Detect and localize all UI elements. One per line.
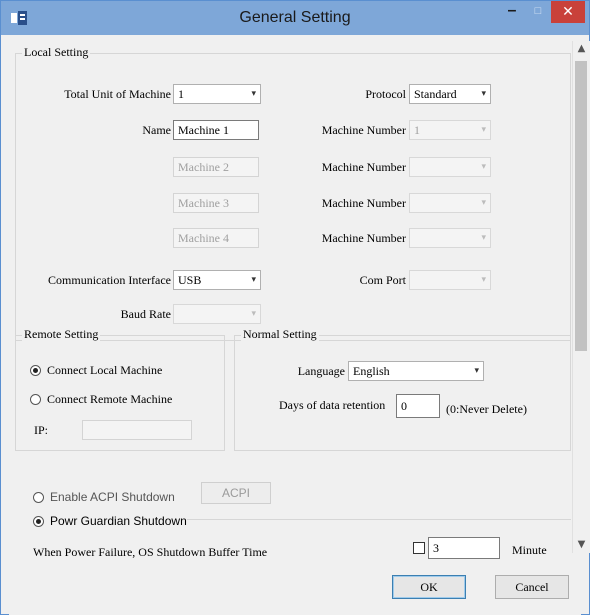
radio-selected-icon <box>30 364 41 376</box>
baud-rate-select[interactable]: ▾ <box>173 304 261 324</box>
remote-setting-title: Remote Setting <box>22 327 101 342</box>
power-guardian-radio[interactable]: Powr Guardian Shutdown <box>33 513 187 529</box>
com-port-select[interactable]: ▾ <box>409 270 491 290</box>
scrollbar-thumb[interactable] <box>575 61 587 351</box>
radio-unselected-icon <box>30 393 41 405</box>
protocol-select[interactable]: Standard ▾ <box>409 84 491 104</box>
machine-number-4-label: Machine Number <box>321 231 406 245</box>
acpi-button[interactable]: ACPI <box>201 482 271 504</box>
language-select[interactable]: English ▾ <box>348 361 484 381</box>
machine-name-2-input[interactable]: Machine 2 <box>173 157 259 177</box>
retention-input[interactable]: 0 <box>396 394 440 418</box>
cancel-button[interactable]: Cancel <box>495 575 569 599</box>
machine-number-1-value: 1 <box>414 123 420 137</box>
connect-remote-label: Connect Remote Machine <box>47 391 173 406</box>
enable-acpi-label: Enable ACPI Shutdown <box>50 490 175 504</box>
dialog-body: Local Setting Total Unit of Machine 1 ▾ … <box>9 35 590 615</box>
normal-setting-title: Normal Setting <box>241 327 319 342</box>
retention-hint: (0:Never Delete) <box>446 402 527 416</box>
connect-local-radio[interactable]: Connect Local Machine <box>30 362 162 378</box>
com-port-label: Com Port <box>359 273 406 287</box>
radio-selected-icon <box>33 515 44 527</box>
baud-rate-label: Baud Rate <box>120 307 171 321</box>
ip-input[interactable] <box>82 420 192 440</box>
chevron-down-icon: ▾ <box>481 125 486 135</box>
chevron-down-icon: ▾ <box>481 233 486 243</box>
buffer-time-checkbox[interactable] <box>413 542 425 554</box>
language-label: Language <box>297 364 345 378</box>
total-unit-value: 1 <box>178 87 184 101</box>
guardian-section-divider <box>187 519 571 520</box>
local-setting-title: Local Setting <box>22 45 91 60</box>
comm-interface-label: Communication Interface <box>48 273 171 287</box>
close-button[interactable]: ✕ <box>551 1 585 23</box>
chevron-down-icon: ▾ <box>481 162 486 172</box>
machine-name-3-input[interactable]: Machine 3 <box>173 193 259 213</box>
chevron-down-icon: ▾ <box>481 275 486 285</box>
machine-number-4-select[interactable]: ▾ <box>409 228 491 248</box>
chevron-down-icon: ▾ <box>481 89 486 99</box>
buffer-time-input[interactable]: 3 <box>428 537 500 559</box>
machine-number-1-label: Machine Number <box>321 123 406 137</box>
chevron-down-icon: ▾ <box>251 275 256 285</box>
local-setting-group: Local Setting Total Unit of Machine 1 ▾ … <box>15 45 571 341</box>
enable-acpi-radio[interactable]: Enable ACPI Shutdown <box>33 489 175 505</box>
connect-remote-radio[interactable]: Connect Remote Machine <box>30 391 172 407</box>
minimize-button[interactable]: – <box>499 1 525 23</box>
protocol-label: Protocol <box>365 87 406 101</box>
title-bar[interactable]: General Setting – □ ✕ <box>1 1 589 35</box>
machine-number-3-label: Machine Number <box>321 196 406 210</box>
name-label: Name <box>142 123 171 137</box>
retention-label: Days of data retention <box>279 398 386 412</box>
power-guardian-label: Powr Guardian Shutdown <box>50 514 187 528</box>
chevron-up-icon[interactable]: ▲ <box>573 41 590 57</box>
chevron-down-icon[interactable]: ▼ <box>573 537 590 553</box>
machine-number-2-label: Machine Number <box>321 160 406 174</box>
general-setting-window: General Setting – □ ✕ Local Setting Tota… <box>0 0 590 615</box>
comm-interface-select[interactable]: USB ▾ <box>173 270 261 290</box>
connect-local-label: Connect Local Machine <box>47 362 163 377</box>
chevron-down-icon: ▾ <box>474 366 479 376</box>
chevron-down-icon: ▾ <box>251 89 256 99</box>
machine-number-3-select[interactable]: ▾ <box>409 193 491 213</box>
vertical-scrollbar[interactable]: ▲ ▼ <box>572 41 590 553</box>
machine-name-4-input[interactable]: Machine 4 <box>173 228 259 248</box>
protocol-value: Standard <box>414 87 457 101</box>
normal-setting-group: Normal Setting Language English ▾ Days o… <box>234 327 571 451</box>
remote-setting-group: Remote Setting Connect Local Machine Con… <box>15 327 225 451</box>
total-unit-label: Total Unit of Machine <box>64 87 171 101</box>
buffer-time-unit: Minute <box>512 543 547 557</box>
radio-unselected-icon <box>33 491 44 503</box>
chevron-down-icon: ▾ <box>251 309 256 319</box>
maximize-button[interactable]: □ <box>525 1 551 23</box>
machine-number-1-select[interactable]: 1 ▾ <box>409 120 491 140</box>
ok-button[interactable]: OK <box>392 575 466 599</box>
buffer-time-label: When Power Failure, OS Shutdown Buffer T… <box>33 545 268 559</box>
language-value: English <box>353 364 390 378</box>
machine-name-1-input[interactable]: Machine 1 <box>173 120 259 140</box>
chevron-down-icon: ▾ <box>481 198 486 208</box>
comm-interface-value: USB <box>178 273 202 287</box>
total-unit-select[interactable]: 1 ▾ <box>173 84 261 104</box>
ip-label: IP: <box>34 423 49 437</box>
machine-number-2-select[interactable]: ▾ <box>409 157 491 177</box>
